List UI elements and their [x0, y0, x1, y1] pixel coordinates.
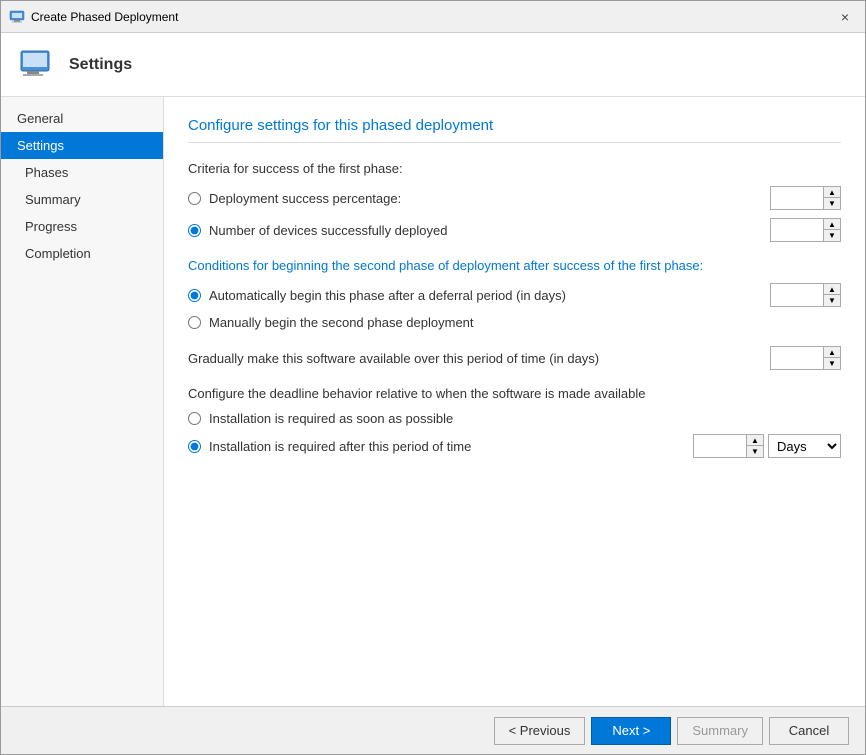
deadline-label: Configure the deadline behavior relative…	[188, 386, 841, 401]
install-period-input[interactable]: 7	[694, 435, 746, 457]
deadline-section: Configure the deadline behavior relative…	[188, 386, 841, 458]
gradual-down[interactable]: ▼	[824, 358, 840, 369]
deployment-success-spinbox-btns: ▲ ▼	[823, 187, 840, 209]
sidebar-item-completion[interactable]: Completion	[1, 240, 163, 267]
devices-deployed-input[interactable]: 1	[771, 219, 823, 241]
manual-begin-row: Manually begin the second phase deployme…	[188, 315, 841, 330]
install-asap-label: Installation is required as soon as poss…	[209, 411, 841, 426]
sidebar-item-progress[interactable]: Progress	[1, 213, 163, 240]
title-bar-left: Create Phased Deployment	[9, 9, 178, 25]
manual-begin-label: Manually begin the second phase deployme…	[209, 315, 841, 330]
header-area: Settings	[1, 33, 865, 97]
header-title: Settings	[69, 56, 132, 74]
section-title: Configure settings for this phased deplo…	[188, 117, 841, 143]
summary-button[interactable]: Summary	[677, 717, 763, 745]
close-button[interactable]: ×	[833, 5, 857, 29]
settings-icon	[17, 45, 57, 85]
auto-begin-row: Automatically begin this phase after a d…	[188, 283, 841, 307]
devices-deployed-radio[interactable]	[188, 224, 201, 237]
devices-deployed-up[interactable]: ▲	[824, 219, 840, 230]
deployment-success-radio[interactable]	[188, 192, 201, 205]
window-icon	[9, 9, 25, 25]
sidebar-item-general[interactable]: General	[1, 105, 163, 132]
sidebar: General Settings Phases Summary Progress…	[1, 97, 164, 706]
deployment-success-label: Deployment success percentage:	[209, 191, 762, 206]
devices-deployed-spinbox: 1 ▲ ▼	[770, 218, 841, 242]
title-bar: Create Phased Deployment ×	[1, 1, 865, 33]
auto-begin-spinbox-btns: ▲ ▼	[823, 284, 840, 306]
sidebar-item-summary[interactable]: Summary	[1, 186, 163, 213]
criteria-label: Criteria for success of the first phase:	[188, 161, 841, 176]
auto-begin-label: Automatically begin this phase after a d…	[209, 288, 762, 303]
cancel-button[interactable]: Cancel	[769, 717, 849, 745]
content-area: General Settings Phases Summary Progress…	[1, 97, 865, 706]
devices-deployed-row: Number of devices successfully deployed …	[188, 218, 841, 242]
deployment-success-row: Deployment success percentage: 95 ▲ ▼	[188, 186, 841, 210]
install-asap-row: Installation is required as soon as poss…	[188, 411, 841, 426]
gradual-spinbox: 0 ▲ ▼	[770, 346, 841, 370]
install-period-label: Installation is required after this peri…	[209, 439, 685, 454]
devices-deployed-down[interactable]: ▼	[824, 230, 840, 241]
install-period-radio[interactable]	[188, 440, 201, 453]
main-window: Create Phased Deployment × Settings Gene…	[0, 0, 866, 755]
deployment-success-spinbox: 95 ▲ ▼	[770, 186, 841, 210]
conditions-label: Conditions for beginning the second phas…	[188, 258, 841, 273]
gradual-row: Gradually make this software available o…	[188, 346, 841, 370]
gradual-spinbox-btns: ▲ ▼	[823, 347, 840, 369]
footer: < Previous Next > Summary Cancel	[1, 706, 865, 754]
deployment-success-input[interactable]: 95	[771, 187, 823, 209]
auto-begin-down[interactable]: ▼	[824, 295, 840, 306]
manual-begin-radio[interactable]	[188, 316, 201, 329]
conditions-section: Conditions for beginning the second phas…	[188, 258, 841, 330]
install-period-spinbox-btns: ▲ ▼	[746, 435, 763, 457]
main-content: Configure settings for this phased deplo…	[164, 97, 865, 706]
deployment-success-down[interactable]: ▼	[824, 198, 840, 209]
gradual-up[interactable]: ▲	[824, 347, 840, 358]
previous-button[interactable]: < Previous	[494, 717, 586, 745]
devices-deployed-label: Number of devices successfully deployed	[209, 223, 762, 238]
install-period-row: Installation is required after this peri…	[188, 434, 841, 458]
install-period-spinbox: 7 ▲ ▼	[693, 434, 764, 458]
sidebar-item-phases[interactable]: Phases	[1, 159, 163, 186]
gradual-label: Gradually make this software available o…	[188, 351, 762, 366]
install-period-up[interactable]: ▲	[747, 435, 763, 446]
install-period-down[interactable]: ▼	[747, 446, 763, 457]
auto-begin-radio[interactable]	[188, 289, 201, 302]
window-title: Create Phased Deployment	[31, 10, 178, 24]
auto-begin-input[interactable]: 1	[771, 284, 823, 306]
next-button[interactable]: Next >	[591, 717, 671, 745]
sidebar-item-settings[interactable]: Settings	[1, 132, 163, 159]
devices-deployed-spinbox-btns: ▲ ▼	[823, 219, 840, 241]
install-period-unit-select[interactable]: Days Weeks Months	[768, 434, 841, 458]
install-period-controls: 7 ▲ ▼ Days Weeks Months	[693, 434, 841, 458]
deployment-success-up[interactable]: ▲	[824, 187, 840, 198]
install-asap-radio[interactable]	[188, 412, 201, 425]
auto-begin-up[interactable]: ▲	[824, 284, 840, 295]
gradual-input[interactable]: 0	[771, 347, 823, 369]
auto-begin-spinbox: 1 ▲ ▼	[770, 283, 841, 307]
